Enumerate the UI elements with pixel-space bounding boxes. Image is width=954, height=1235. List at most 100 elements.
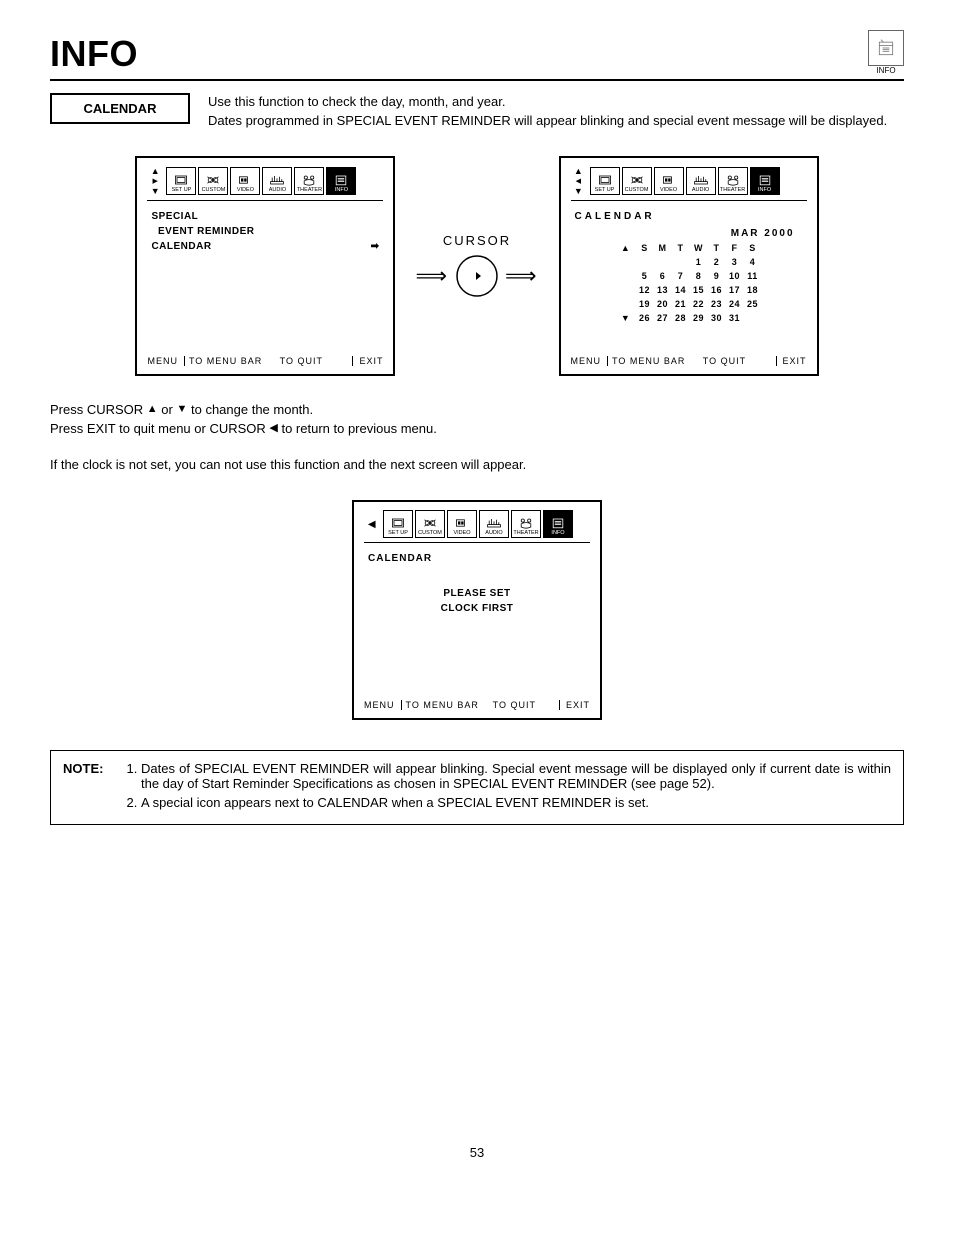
tab-audio: AUDIO [479,510,509,538]
osd-clock-warning: ◀ SET UPCUSTOMVIDEOAUDIOTHEATERINFO CALE… [352,500,602,720]
osd-footer: MENU TO MENU BAR TO QUIT EXIT [147,353,383,366]
cursor-diagram: CURSOR ⟹ ⟹ [415,233,538,298]
page-title: INFO [50,33,138,75]
osd-menubar: ▲◀▼ SET UPCUSTOMVIDEOAUDIOTHEATERINFO [571,166,807,201]
tab-set-up: SET UP [166,167,196,195]
instr-line2-post: to return to previous menu. [278,421,437,436]
osd-body: CALENDAR PLEASE SET CLOCK FIRST [364,549,590,697]
calendar-day [636,255,654,269]
left-triangle-icon: ◀ [269,421,277,437]
calendar-day: 11 [744,269,762,283]
calendar-dow: T [708,241,726,255]
tab-custom: CUSTOM [198,167,228,195]
osd-menubar: ▲▶▼ SET UPCUSTOMVIDEOAUDIOTHEATERINFO [147,166,383,201]
calendar-dow: M [654,241,672,255]
cal-side-empty [616,255,636,269]
calendar-day: 9 [708,269,726,283]
tab-info: INFO [543,510,573,538]
calendar-info-icon [876,38,896,58]
note-label: NOTE: [63,761,115,814]
calendar-day: 14 [672,283,690,297]
calendar-day: 31 [726,311,744,325]
cal-side-empty [616,297,636,311]
up-triangle-icon: ▲ [147,402,158,418]
calendar-day [654,255,672,269]
osd-footer-center: TO MENU BAR TO QUIT [185,356,352,366]
osd-body: SPECIAL EVENT REMINDER CALENDAR ➡ [147,207,383,353]
tab-info: INFO [326,167,356,195]
arrow-right-icon: ⟹ [505,263,539,289]
arrow-right-icon: ⟹ [415,263,449,289]
calendar-day [672,255,690,269]
calendar-day: 8 [690,269,708,283]
info-corner-icon: INFO [868,30,904,75]
osd-menubar: ◀ SET UPCUSTOMVIDEOAUDIOTHEATERINFO [364,510,590,543]
instr-line1-mid: or [158,402,177,417]
calendar-day: 7 [672,269,690,283]
calendar-day: 2 [708,255,726,269]
calendar-grid: ▲SMTWTFS12345678910111213141516171819202… [575,241,803,325]
calendar-day: 25 [744,297,762,311]
cal-up-arrow-icon: ▲ [616,241,636,255]
tab-video: VIDEO [230,167,260,195]
info-corner-label: INFO [876,66,895,75]
calendar-screen-heading: CALENDAR [575,209,803,224]
osd-footer-center: TO MENU BAR TO QUIT [402,700,559,710]
section-label-calendar: CALENDAR [50,93,190,124]
cal-down-arrow-icon: ▼ [616,311,636,325]
calendar-day: 4 [744,255,762,269]
tab-theater: THEATER [718,167,748,195]
calendar-dow: W [690,241,708,255]
note-list: Dates of SPECIAL EVENT REMINDER will app… [121,761,891,814]
calendar-day: 30 [708,311,726,325]
calendar-day: 27 [654,311,672,325]
osd-footer-center: TO MENU BAR TO QUIT [608,356,775,366]
down-triangle-icon: ▼ [176,402,187,418]
osd-footer: MENU TO MENU BAR TO QUIT EXIT [364,697,590,710]
calendar-day: 12 [636,283,654,297]
calendar-day: 5 [636,269,654,283]
osd-footer: MENU TO MENU BAR TO QUIT EXIT [571,353,807,366]
tab-audio: AUDIO [262,167,292,195]
calendar-day: 20 [654,297,672,311]
arrow-right-icon: ➡ [371,239,380,254]
osd-footer-exit: EXIT [559,700,590,710]
calendar-day: 23 [708,297,726,311]
page-number: 53 [50,1145,904,1160]
calendar-day: 19 [636,297,654,311]
calendar-dow: F [726,241,744,255]
tab-custom: CUSTOM [622,167,652,195]
osd-footer-exit: EXIT [776,356,807,366]
osd-calendar: ▲◀▼ SET UPCUSTOMVIDEOAUDIOTHEATERINFO CA… [559,156,819,376]
tab-set-up: SET UP [383,510,413,538]
osd-footer-menu: MENU [364,700,402,710]
instr-line1-post: to change the month. [187,402,313,417]
calendar-day: 6 [654,269,672,283]
menu-item-calendar: CALENDAR [151,239,211,254]
section-description: Use this function to check the day, mont… [208,93,904,131]
calendar-dow: S [636,241,654,255]
osd-footer-menu: MENU [147,356,185,366]
calendar-day: 3 [726,255,744,269]
calendar-dow: T [672,241,690,255]
instr-line3: If the clock is not set, you can not use… [50,456,904,475]
tab-video: VIDEO [654,167,684,195]
nav-arrows-updown-icon: ▲◀▼ [571,166,587,196]
cursor-label: CURSOR [443,233,511,248]
nav-arrows-updown-icon: ▲▶▼ [147,166,163,196]
calendar-day: 24 [726,297,744,311]
note-item: A special icon appears next to CALENDAR … [141,795,891,810]
calendar-day: 18 [744,283,762,297]
cal-side-empty [616,283,636,297]
calendar-day: 22 [690,297,708,311]
calendar-day: 17 [726,283,744,297]
calendar-dow: S [744,241,762,255]
tab-custom: CUSTOM [415,510,445,538]
instructions-block: Press CURSOR ▲ or ▼ to change the month.… [50,401,904,476]
osd-footer-exit: EXIT [352,356,383,366]
note-item: Dates of SPECIAL EVENT REMINDER will app… [141,761,891,791]
calendar-day: 13 [654,283,672,297]
calendar-day: 15 [690,283,708,297]
tab-video: VIDEO [447,510,477,538]
clock-warning-line1: PLEASE SET [368,586,586,601]
